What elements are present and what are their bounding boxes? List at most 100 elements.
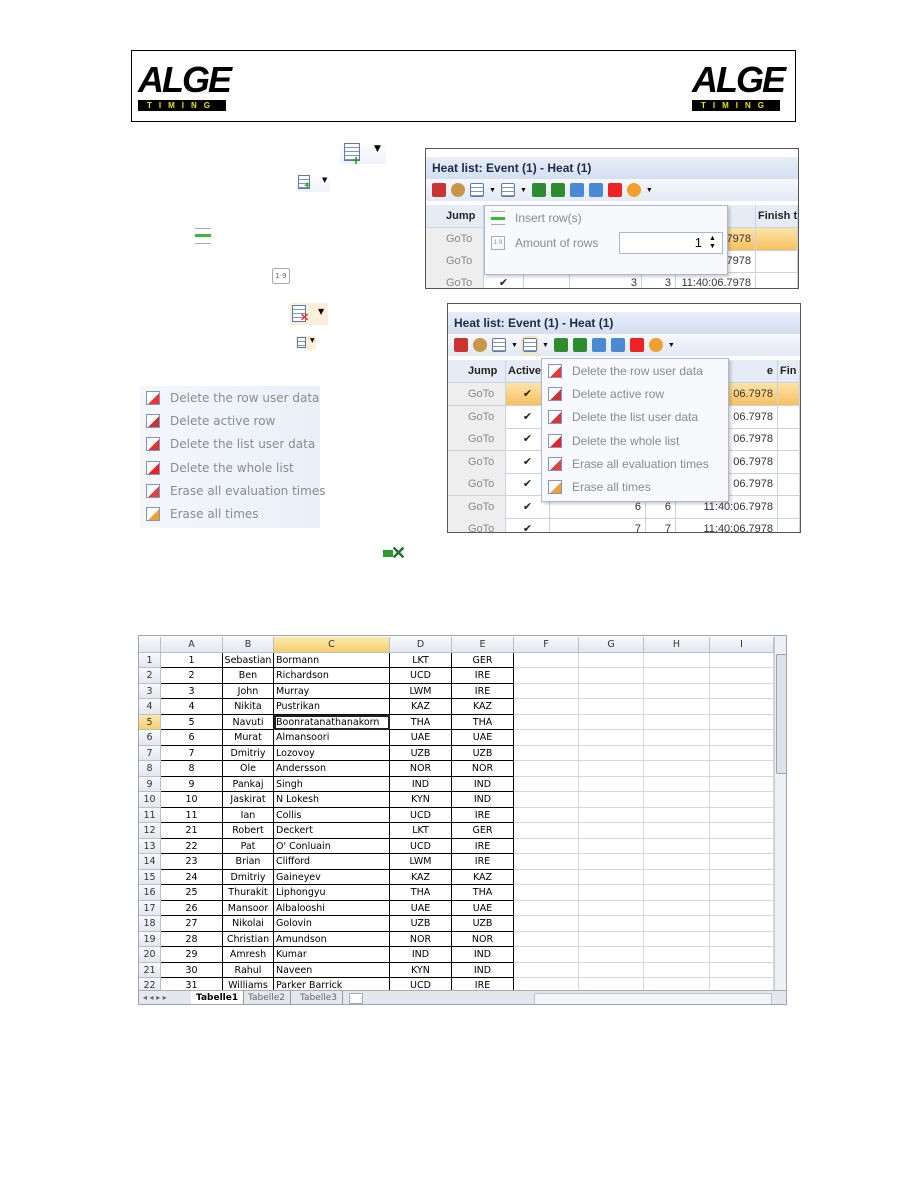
sheet-nav-buttons[interactable]: ◂ ◂ ▸ ▸ [143,993,167,1002]
cell[interactable]: Liphongyu [274,885,390,901]
cell[interactable]: Robert [223,823,274,839]
cell[interactable] [579,916,644,932]
cell[interactable]: Singh [274,776,390,792]
cell[interactable] [579,745,644,761]
goto-button[interactable]: GoTo [448,518,506,532]
cell[interactable]: Rahul [223,962,274,978]
row-header-15[interactable]: 15 [139,869,161,885]
goto-button[interactable]: GoTo [426,228,484,251]
cell[interactable] [710,931,774,947]
goto-button[interactable]: GoTo [426,272,484,288]
active-checkbox[interactable]: ✔ [506,518,550,532]
cell[interactable] [579,947,644,963]
cell[interactable]: UZB [390,745,452,761]
cell[interactable]: UZB [390,916,452,932]
cell[interactable]: Collis [274,807,390,823]
cell[interactable] [514,962,579,978]
cell[interactable]: KAZ [390,869,452,885]
cell[interactable]: UCD [390,807,452,823]
cell[interactable] [514,668,579,684]
cell[interactable] [514,916,579,932]
cell[interactable] [579,792,644,808]
cell[interactable]: IND [452,792,514,808]
cell[interactable] [644,714,710,730]
row-header-9[interactable]: 9 [139,776,161,792]
cell[interactable]: Ben [223,668,274,684]
sheet-tab-Tabelle1[interactable]: Tabelle1 [191,991,245,1004]
column-header-A[interactable]: A [161,637,223,653]
cell[interactable] [710,900,774,916]
cell[interactable]: 11 [161,807,223,823]
goto-button[interactable]: GoTo [448,405,506,429]
cell[interactable]: LWM [390,683,452,699]
column-header-C[interactable]: C [274,637,390,653]
cell[interactable]: THA [390,714,452,730]
cell[interactable]: LKT [390,823,452,839]
cell[interactable]: Andersson [274,761,390,777]
cell[interactable] [514,776,579,792]
cell[interactable]: Ole [223,761,274,777]
menu-item-delete-list-user-data[interactable]: Delete the list user data [542,406,728,429]
cell[interactable] [579,931,644,947]
goto-button[interactable]: GoTo [448,450,506,474]
cell[interactable] [579,900,644,916]
cell[interactable]: Murray [274,683,390,699]
row-header-4[interactable]: 4 [139,699,161,715]
excel-import-icon[interactable] [553,338,568,352]
row-header-5[interactable]: 5 [139,714,161,730]
cell[interactable]: THA [452,714,514,730]
menu-item-erase-all-times[interactable]: Erase all times [542,475,728,498]
cell[interactable] [710,714,774,730]
cell[interactable]: KYN [390,792,452,808]
cell[interactable] [579,668,644,684]
cell[interactable]: 29 [161,947,223,963]
cell[interactable]: Kumar [274,947,390,963]
goto-button[interactable]: GoTo [448,428,506,451]
cell[interactable]: IND [452,947,514,963]
cell[interactable]: UCD [390,838,452,854]
col-finish[interactable]: Fin [778,360,800,383]
row-header-10[interactable]: 10 [139,792,161,808]
column-header-B[interactable]: B [223,637,274,653]
cell[interactable]: Thurakit [223,885,274,901]
start-icon[interactable] [454,338,468,352]
row-header-2[interactable]: 2 [139,668,161,684]
cell[interactable] [579,823,644,839]
delete-icon[interactable] [520,336,539,354]
cell[interactable] [644,730,710,746]
insert-rows-icon[interactable] [492,338,506,352]
cell[interactable]: Mansoor [223,900,274,916]
refresh-icon[interactable] [626,183,641,197]
cell[interactable] [710,885,774,901]
cell[interactable]: N Lokesh [274,792,390,808]
row-header-14[interactable]: 14 [139,854,161,870]
cell[interactable]: KAZ [452,699,514,715]
cell[interactable] [514,931,579,947]
cell[interactable] [579,962,644,978]
row-header-18[interactable]: 18 [139,916,161,932]
cell[interactable] [644,900,710,916]
cell[interactable]: 26 [161,900,223,916]
delete-icon[interactable] [500,183,515,197]
cell[interactable]: Richardson [274,668,390,684]
cell[interactable]: Almansoori [274,730,390,746]
cell[interactable] [710,761,774,777]
users-icon[interactable] [473,338,487,352]
cell[interactable] [710,730,774,746]
cell[interactable]: 23 [161,854,223,870]
cell[interactable]: IRE [452,683,514,699]
cell[interactable] [579,714,644,730]
cell[interactable]: LKT [390,652,452,668]
cell[interactable] [710,683,774,699]
cell[interactable]: Bormann [274,652,390,668]
row-header-1[interactable]: 1 [139,652,161,668]
sheet-tab-Tabelle2[interactable]: Tabelle2 [243,991,292,1004]
cell[interactable]: 21 [161,823,223,839]
row-header-17[interactable]: 17 [139,900,161,916]
cell[interactable] [579,807,644,823]
cell[interactable]: IND [452,776,514,792]
cell[interactable]: Gaineyev [274,869,390,885]
cell[interactable] [514,838,579,854]
cell[interactable] [644,838,710,854]
cell[interactable]: GER [452,652,514,668]
